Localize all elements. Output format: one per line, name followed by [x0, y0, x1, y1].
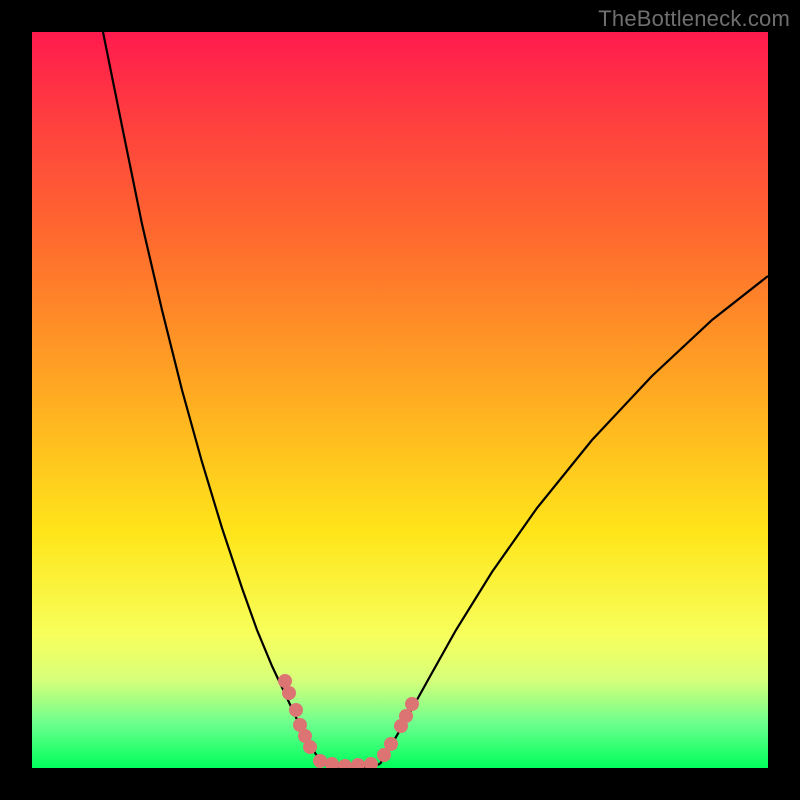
bead-marker	[364, 757, 378, 768]
bead-marker	[338, 759, 352, 768]
bead-marker	[289, 703, 303, 717]
bead-marker	[325, 757, 339, 768]
watermark-text: TheBottleneck.com	[598, 6, 790, 32]
bead-marker	[282, 686, 296, 700]
bead-marker	[313, 754, 327, 768]
curve-right-arm	[380, 276, 768, 764]
curve-layer	[32, 32, 768, 768]
plot-area	[32, 32, 768, 768]
bead-marker	[278, 674, 292, 688]
bead-marker	[384, 737, 398, 751]
bead-marker	[351, 758, 365, 768]
bead-marker	[405, 697, 419, 711]
frame: TheBottleneck.com	[0, 0, 800, 800]
curve-left-arm	[103, 32, 322, 764]
bead-marker	[399, 709, 413, 723]
bead-marker	[303, 740, 317, 754]
bead-group	[278, 674, 419, 768]
